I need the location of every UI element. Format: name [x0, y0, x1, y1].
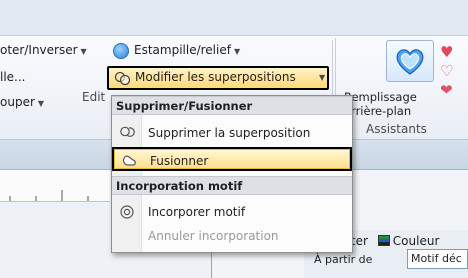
cancel-incorporation-label: Annuler incorporation	[148, 229, 279, 243]
group-button-label: ouper	[0, 95, 35, 109]
fill-button-line1: Remplissage	[344, 90, 417, 104]
heart-pattern-small-icon[interactable]: ❤	[440, 81, 453, 100]
flip-invert-button[interactable]: oter/Inverser ▼	[0, 43, 87, 57]
delete-overlap-label: Supprimer la superposition	[148, 126, 311, 140]
modify-overlaps-menu: Supprimer/Fusionner Supprimer la superpo…	[111, 95, 353, 253]
color-tab-icon	[377, 235, 390, 246]
motif-field[interactable]: Motif déc	[407, 249, 468, 269]
fill-button-line2: arrière-plan	[344, 104, 412, 118]
tab-color[interactable]: Couleur	[393, 234, 440, 248]
merge-icon	[122, 155, 136, 166]
estampille-relief-button[interactable]: Estampille/relief ▼	[134, 43, 240, 57]
menu-item-merge[interactable]: Fusionner	[112, 147, 352, 171]
menu-section-delete-merge: Supprimer/Fusionner	[112, 96, 352, 115]
modify-overlaps-label: Modifier les superpositions	[135, 70, 296, 84]
chevron-down-icon: ▼	[233, 47, 241, 56]
merge-label: Fusionner	[150, 154, 209, 168]
incorporate-label: Incorporer motif	[148, 205, 246, 219]
heart-outline-icon[interactable]: ♡	[440, 62, 453, 81]
flip-invert-label: oter/Inverser	[0, 43, 78, 57]
chevron-down-icon: ▼	[319, 73, 326, 82]
panel-tabs: rter Couleur	[346, 234, 439, 248]
incorporate-icon	[120, 205, 134, 219]
heart-pattern-icon	[396, 49, 424, 75]
chevron-down-icon: ▼	[37, 99, 45, 108]
fill-background-button[interactable]	[386, 40, 434, 82]
menu-item-delete-overlap[interactable]: Supprimer la superposition	[112, 121, 352, 145]
estampille-relief-label: Estampille/relief	[134, 43, 231, 57]
heart-filled-icon[interactable]: ♥	[440, 43, 453, 62]
menu-section-incorporation: Incorporation motif	[112, 176, 352, 195]
style-button[interactable]: lle...	[0, 70, 26, 84]
assistants-group-label: Assistants	[366, 122, 427, 136]
chevron-down-icon: ▼	[80, 47, 87, 56]
modify-overlaps-button[interactable]: Modifier les superpositions ▼	[107, 66, 329, 90]
estampille-icon	[113, 43, 129, 59]
overlap-icon	[114, 71, 131, 86]
delete-overlap-icon	[120, 126, 135, 137]
ruler-ticks	[9, 190, 89, 201]
edit-group-label: Edit	[82, 90, 106, 104]
window-top-strip	[0, 0, 468, 36]
ruler	[0, 170, 110, 202]
menu-item-incorporate[interactable]: Incorporer motif	[112, 200, 352, 224]
heart-shapes: ♥ ♡ ❤	[440, 43, 453, 100]
group-button[interactable]: ouper ▼	[0, 95, 44, 109]
menu-item-cancel-incorporation: Annuler incorporation	[112, 224, 352, 248]
from-label: À partir de	[314, 253, 373, 266]
